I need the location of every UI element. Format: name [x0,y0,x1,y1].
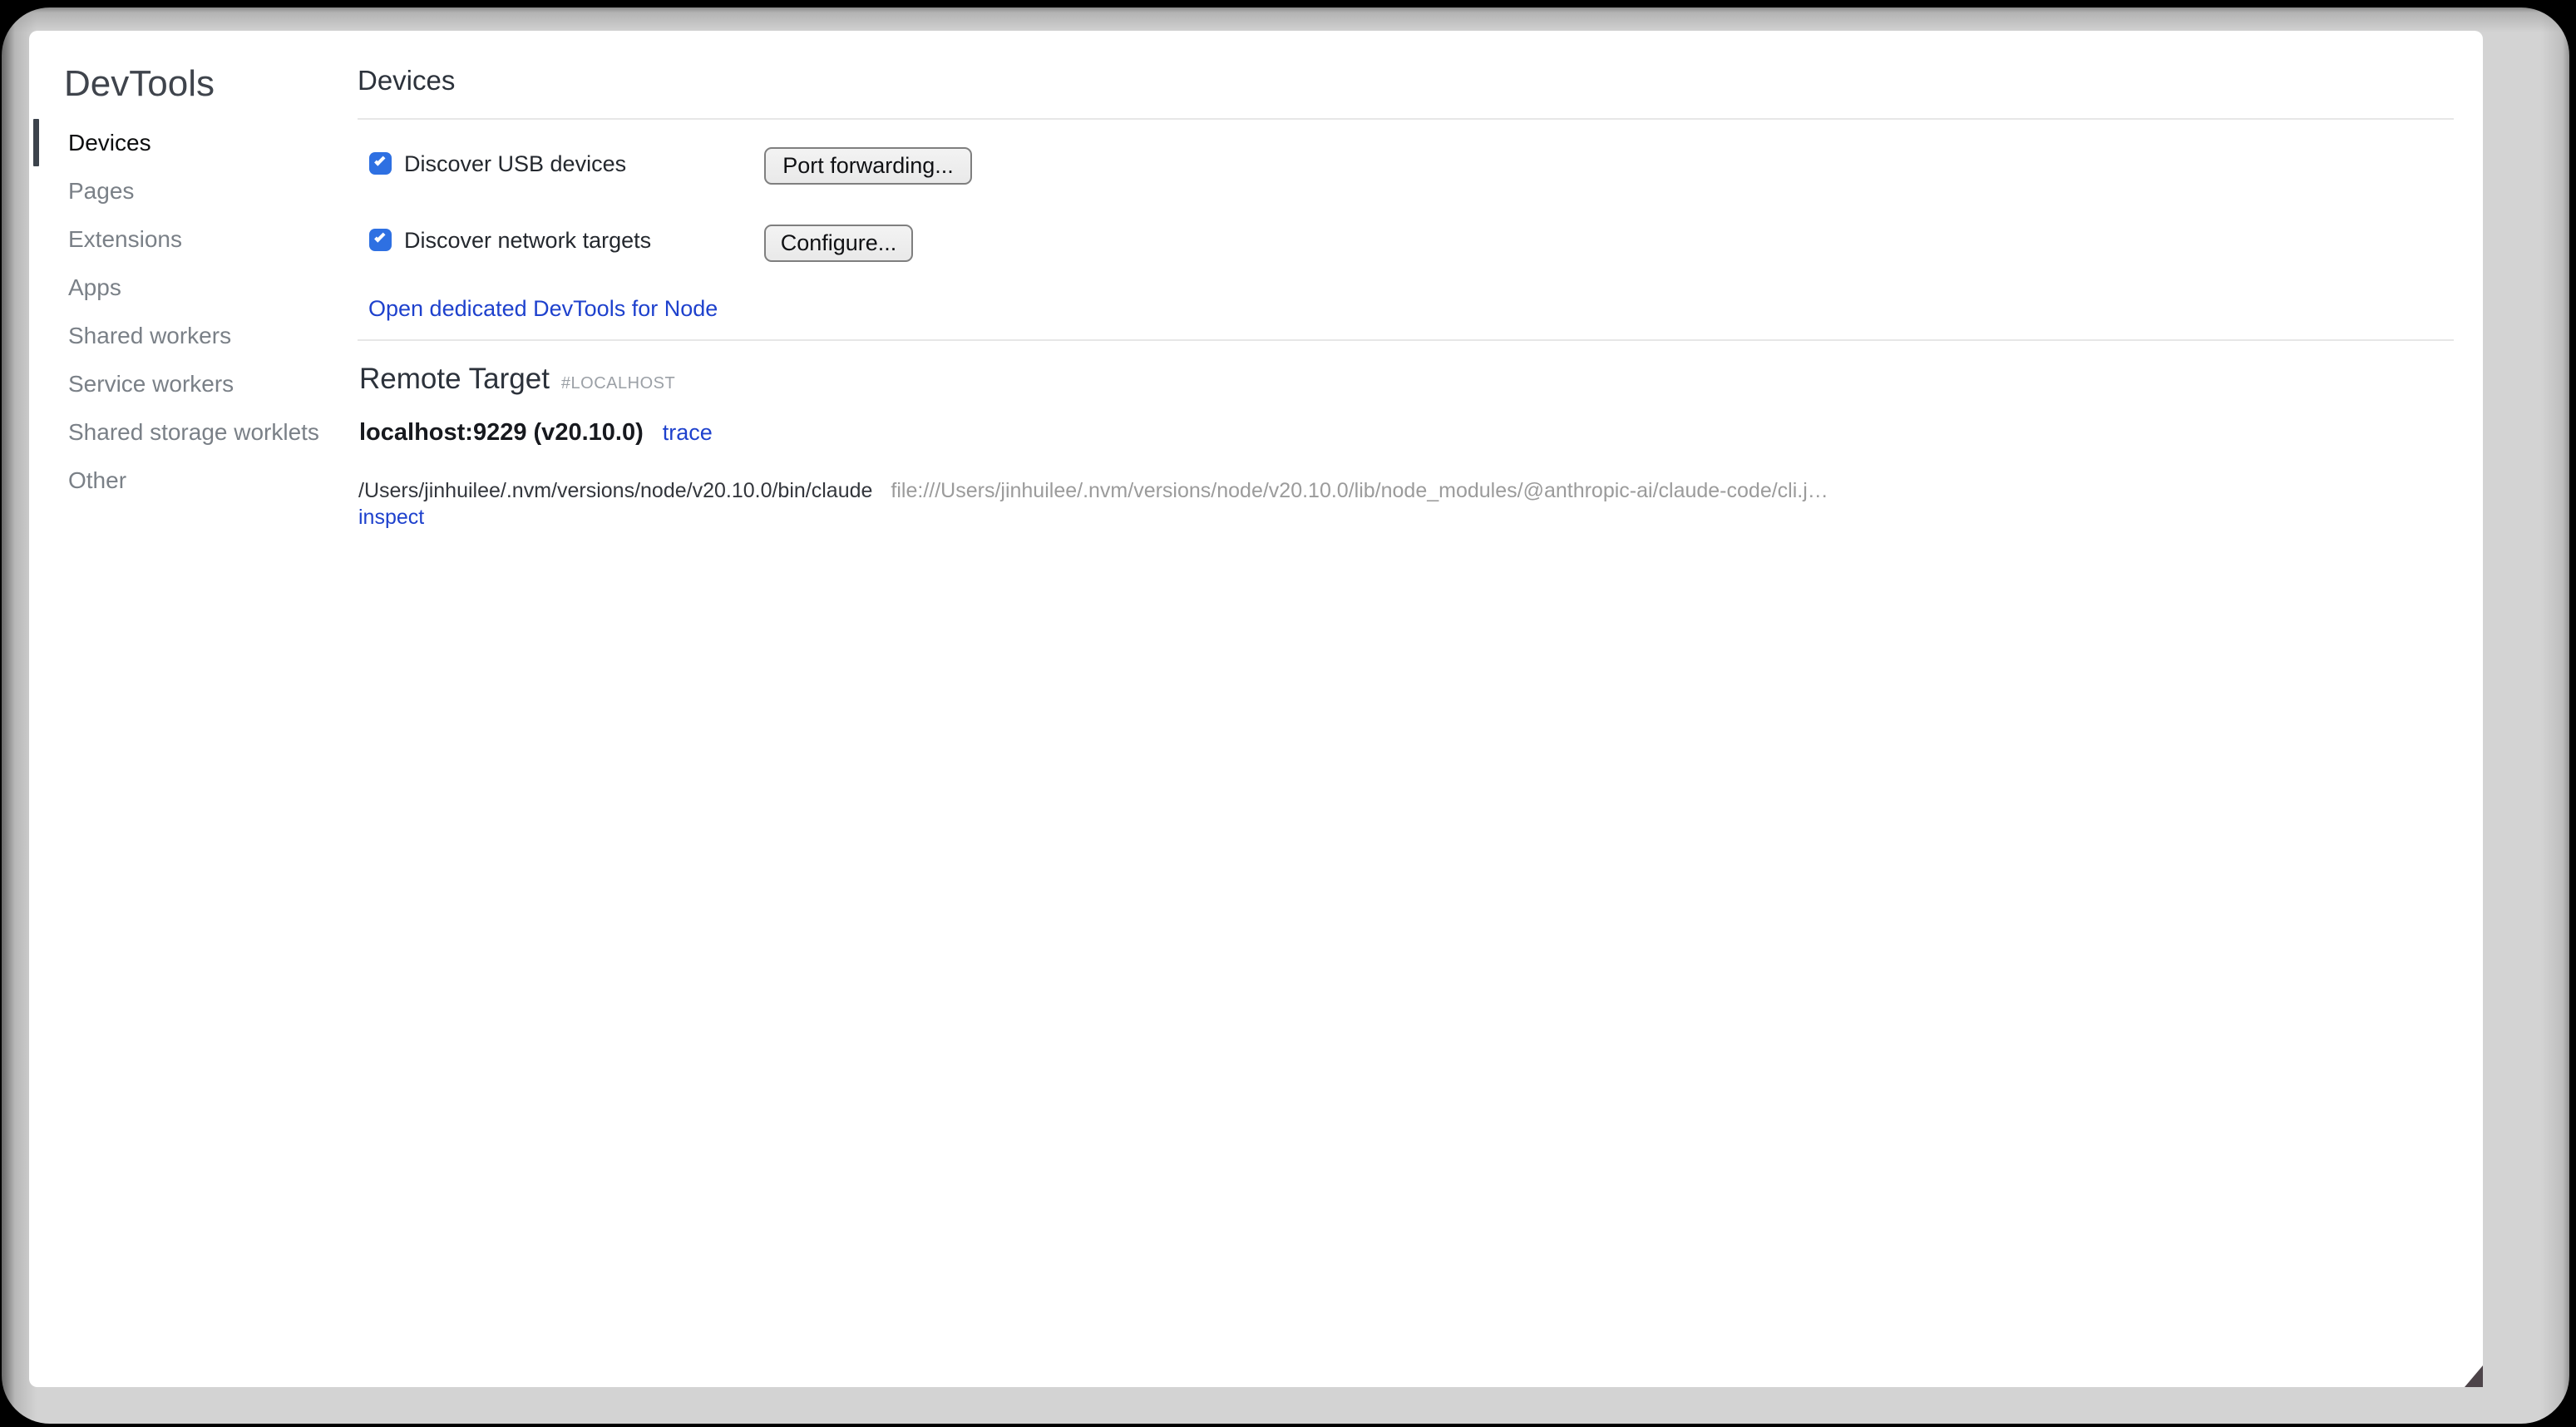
app-title: DevTools [64,62,215,106]
sidebar-item-devices[interactable]: Devices [29,119,362,167]
sidebar-item-extensions[interactable]: Extensions [29,215,362,264]
sidebar-item-service-workers[interactable]: Service workers [29,360,362,408]
section-divider [358,118,2454,120]
page-title: Devices [358,64,455,97]
sidebar-item-shared-workers[interactable]: Shared workers [29,312,362,360]
target-row: localhost:9229 (v20.10.0) trace [359,420,713,446]
target-name: localhost:9229 (v20.10.0) [359,419,644,446]
sidebar-item-other[interactable]: Other [29,457,362,505]
resize-grip-icon[interactable] [2465,1365,2483,1387]
remote-target-title: Remote Target [359,363,550,395]
discover-usb-checkbox[interactable] [369,152,392,175]
devtools-window: DevTools Devices Pages Extensions Apps S… [2,7,2569,1424]
remote-target-header: Remote Target #LOCALHOST [359,362,675,397]
localhost-badge: #LOCALHOST [561,374,675,393]
discover-usb-label: Discover USB devices [404,153,626,175]
configure-button[interactable]: Configure... [764,225,913,262]
port-forwarding-button[interactable]: Port forwarding... [764,147,972,185]
open-node-devtools-link[interactable]: Open dedicated DevTools for Node [368,295,718,322]
module-url: file:///Users/jinhuilee/.nvm/versions/no… [891,479,1828,502]
process-row: /Users/jinhuilee/.nvm/versions/node/v20.… [358,478,1828,504]
trace-link[interactable]: trace [663,420,713,445]
sidebar-nav: Devices Pages Extensions Apps Shared wor… [29,119,362,505]
inspect-page: DevTools Devices Pages Extensions Apps S… [29,31,2483,1387]
section-divider [358,339,2454,341]
sidebar-item-apps[interactable]: Apps [29,264,362,312]
checkmark-icon [374,155,385,165]
sidebar-item-shared-storage-worklets[interactable]: Shared storage worklets [29,408,362,457]
inspect-link[interactable]: inspect [358,506,424,529]
discover-network-label: Discover network targets [404,230,651,252]
discover-network-checkbox[interactable] [369,229,392,251]
sidebar-item-pages[interactable]: Pages [29,167,362,215]
inspect-row: inspect [358,505,424,531]
checkmark-icon [374,231,385,242]
process-path: /Users/jinhuilee/.nvm/versions/node/v20.… [358,479,872,502]
